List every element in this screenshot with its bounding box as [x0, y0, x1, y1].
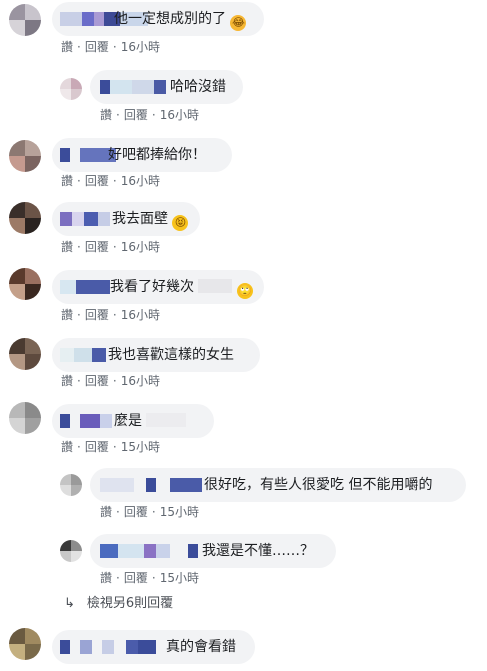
comment-actions: 讚 · 回覆 · 16小時	[61, 372, 160, 390]
reply-link[interactable]: 回覆	[124, 106, 148, 124]
comment: 好吧都捧給你！ 讚 · 回覆 · 16小時	[0, 136, 487, 194]
comment: 很好吃，有些人很愛吃 但不能用嚼的 讚 · 回覆 · 15小時	[0, 466, 487, 524]
comment-actions: 讚 · 回覆 · 15小時	[100, 569, 199, 587]
commenter-name[interactable]	[100, 70, 174, 104]
avatar[interactable]	[60, 474, 82, 496]
timestamp[interactable]: 16小時	[121, 38, 160, 56]
reply-link[interactable]: 回覆	[85, 438, 109, 456]
avatar[interactable]	[9, 338, 41, 370]
comment-text: 好吧都捧給你！	[108, 147, 206, 163]
avatar[interactable]	[9, 4, 41, 36]
commenter-name[interactable]	[60, 630, 168, 664]
reply-link[interactable]: 回覆	[124, 569, 148, 587]
like-link[interactable]: 讚	[100, 569, 112, 587]
comment: 我也喜歡這樣的女生 讚 · 回覆 · 16小時	[0, 336, 487, 394]
avatar[interactable]	[9, 628, 41, 660]
comment-bubble: 我看了好幾次 🙄	[52, 270, 264, 304]
avatar[interactable]	[60, 540, 82, 562]
comment-text: 麼是	[114, 413, 142, 429]
reply-link[interactable]: 回覆	[124, 503, 148, 521]
avatar[interactable]	[9, 140, 41, 172]
comment-text: 我還是不懂……？	[202, 543, 314, 559]
commenter-name[interactable]	[60, 202, 116, 236]
like-link[interactable]: 讚	[61, 438, 73, 456]
comment-text: 哈哈沒錯	[170, 79, 226, 95]
comment-bubble: 哈哈沒錯	[90, 70, 243, 104]
avatar[interactable]	[9, 402, 41, 434]
comment-bubble: 我也喜歡這樣的女生	[52, 338, 260, 372]
reply-link[interactable]: 回覆	[85, 238, 109, 256]
avatar[interactable]	[9, 202, 41, 234]
comment: 我去面壁 😝 讚 · 回覆 · 16小時	[0, 202, 487, 260]
commenter-name[interactable]	[60, 404, 120, 438]
comment-text: 他一定想成別的了	[114, 11, 226, 27]
comment-actions: 讚 · 回覆 · 16小時	[61, 38, 160, 56]
commenter-name[interactable]	[100, 534, 200, 568]
timestamp[interactable]: 16小時	[160, 106, 199, 124]
reply-link[interactable]: 回覆	[85, 172, 109, 190]
avatar[interactable]	[9, 268, 41, 300]
comment-bubble: 麼是	[52, 404, 214, 438]
reply-arrow-icon: ↳	[64, 596, 75, 611]
comment-actions: 讚 · 回覆 · 16小時	[61, 172, 160, 190]
tongue-out-emoji-icon: 😝	[172, 215, 189, 231]
like-link[interactable]: 讚	[61, 38, 73, 56]
comment: 我看了好幾次 🙄 讚 · 回覆 · 16小時	[0, 268, 487, 326]
commenter-name[interactable]	[100, 468, 204, 502]
comment-bubble: 真的會看錯	[52, 630, 255, 664]
comment-actions: 讚 · 回覆 · 15小時	[100, 503, 199, 521]
comment: 哈哈沒錯 讚 · 回覆 · 16小時	[0, 68, 487, 126]
timestamp[interactable]: 16小時	[121, 372, 160, 390]
comment-bubble: 我還是不懂……？	[90, 534, 336, 568]
like-link[interactable]: 讚	[61, 172, 73, 190]
eye-roll-emoji-icon: 🙄	[236, 283, 253, 299]
timestamp[interactable]: 15小時	[121, 438, 160, 456]
comment-text: 我去面壁	[112, 211, 168, 227]
comment: 真的會看錯	[0, 628, 487, 671]
comment-text: 真的會看錯	[166, 639, 236, 655]
timestamp[interactable]: 15小時	[160, 569, 199, 587]
like-link[interactable]: 讚	[61, 306, 73, 324]
like-link[interactable]: 讚	[61, 372, 73, 390]
comment-actions: 讚 · 回覆 · 16小時	[61, 306, 160, 324]
timestamp[interactable]: 16小時	[121, 238, 160, 256]
commenter-name[interactable]	[60, 270, 116, 304]
commenter-name[interactable]	[60, 338, 110, 372]
like-link[interactable]: 讚	[61, 238, 73, 256]
timestamp[interactable]: 16小時	[121, 306, 160, 324]
comment: 我還是不懂……？ 讚 · 回覆 · 15小時	[0, 532, 487, 590]
like-link[interactable]: 讚	[100, 106, 112, 124]
comment-text: 我看了好幾次	[110, 279, 194, 295]
comment-bubble: 我去面壁 😝	[52, 202, 200, 236]
comment: 他一定想成別的了 😂 讚 · 回覆 · 16小時	[0, 0, 487, 62]
reply-link[interactable]: 回覆	[85, 372, 109, 390]
comment-bubble: 好吧都捧給你！	[52, 138, 232, 172]
view-more-label: 檢視另6則回覆	[86, 596, 174, 611]
reply-link[interactable]: 回覆	[85, 306, 109, 324]
comment-text: 很好吃，有些人很愛吃 但不能用嚼的	[204, 477, 433, 493]
view-more-replies-link[interactable]: ↳ 檢視另6則回覆	[64, 594, 173, 614]
timestamp[interactable]: 15小時	[160, 503, 199, 521]
comment-text: 我也喜歡這樣的女生	[108, 347, 234, 363]
comment: 麼是 讚 · 回覆 · 15小時	[0, 402, 487, 460]
reply-link[interactable]: 回覆	[85, 38, 109, 56]
comment-actions: 讚 · 回覆 · 16小時	[61, 238, 160, 256]
like-link[interactable]: 讚	[100, 503, 112, 521]
avatar[interactable]	[60, 78, 82, 100]
timestamp[interactable]: 16小時	[121, 172, 160, 190]
comment-actions: 讚 · 回覆 · 16小時	[100, 106, 199, 124]
rofl-emoji-icon: 😂	[230, 15, 247, 31]
comment-bubble: 他一定想成別的了 😂	[52, 2, 264, 36]
comment-bubble: 很好吃，有些人很愛吃 但不能用嚼的	[90, 468, 466, 502]
comment-actions: 讚 · 回覆 · 15小時	[61, 438, 160, 456]
